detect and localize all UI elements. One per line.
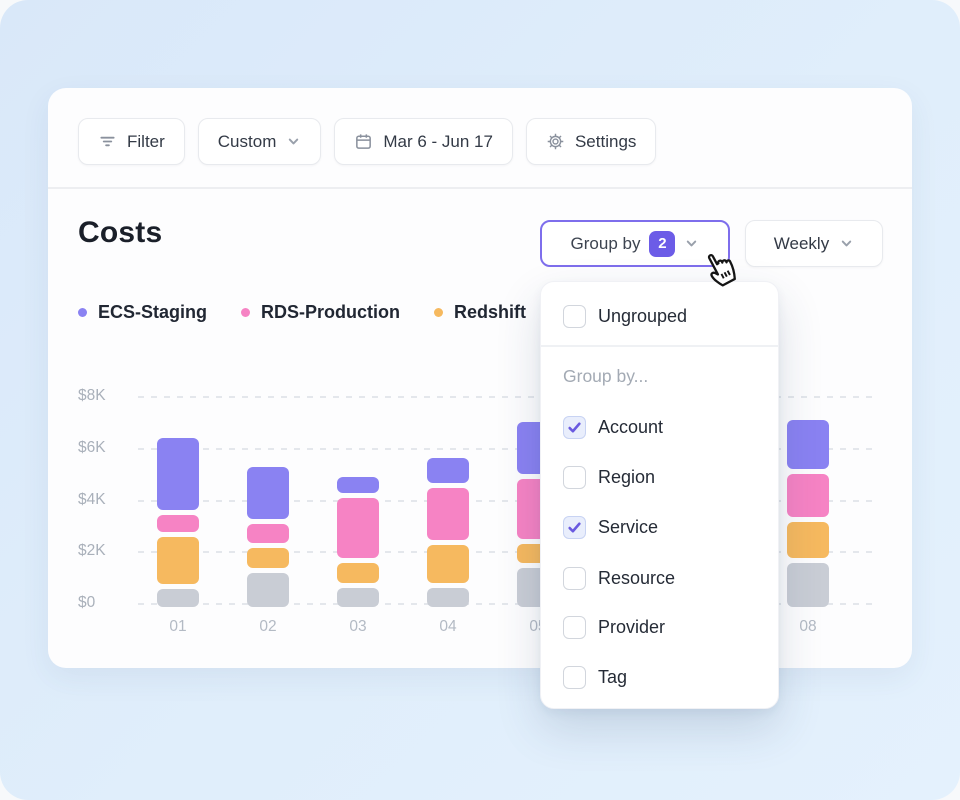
- bar-segment[interactable]: [247, 573, 289, 607]
- bar-segment[interactable]: [337, 477, 379, 493]
- ungrouped-checkbox[interactable]: [563, 305, 586, 328]
- y-axis-tick: $8K: [78, 387, 106, 405]
- dropdown-section-label: Group by...: [563, 366, 648, 387]
- card-divider: [48, 187, 912, 189]
- legend-item-ecs-staging[interactable]: ECS-Staging: [78, 302, 207, 323]
- bar-segment[interactable]: [427, 488, 469, 540]
- menu-item-label: Resource: [598, 568, 675, 589]
- bar-segment[interactable]: [337, 498, 379, 558]
- dropdown-divider: [541, 345, 778, 347]
- bar-segment[interactable]: [337, 588, 379, 607]
- calendar-icon: [354, 132, 373, 151]
- menu-item-account[interactable]: Account: [563, 416, 663, 439]
- y-axis-tick: $2K: [78, 542, 106, 560]
- provider-checkbox[interactable]: [563, 616, 586, 639]
- menu-item-label: Service: [598, 517, 658, 538]
- resource-checkbox[interactable]: [563, 567, 586, 590]
- bar-01[interactable]: [157, 438, 199, 607]
- custom-dropdown-button[interactable]: Custom: [198, 118, 322, 165]
- menu-item-label: Account: [598, 417, 663, 438]
- settings-button-label: Settings: [575, 132, 636, 152]
- y-axis-tick: $4K: [78, 491, 106, 509]
- settings-button[interactable]: Settings: [526, 118, 656, 165]
- bar-segment[interactable]: [337, 563, 379, 583]
- bar-segment[interactable]: [247, 467, 289, 519]
- menu-item-provider[interactable]: Provider: [563, 616, 665, 639]
- menu-item-tag[interactable]: Tag: [563, 666, 627, 689]
- interval-label: Weekly: [774, 234, 829, 254]
- bar-segment[interactable]: [787, 563, 829, 607]
- legend-label: ECS-Staging: [98, 302, 207, 323]
- bar-segment[interactable]: [427, 545, 469, 583]
- group-by-count-badge: 2: [649, 231, 675, 257]
- x-axis-tick: 01: [157, 618, 199, 636]
- x-axis-tick: 04: [427, 618, 469, 636]
- group-by-button[interactable]: Group by 2: [540, 220, 730, 267]
- tag-checkbox[interactable]: [563, 666, 586, 689]
- bar-segment[interactable]: [787, 474, 829, 517]
- bar-segment[interactable]: [427, 588, 469, 607]
- filter-icon: [98, 132, 117, 151]
- menu-item-resource[interactable]: Resource: [563, 567, 675, 590]
- legend-item-redshift[interactable]: Redshift: [434, 302, 526, 323]
- legend-dot-icon: [78, 308, 87, 317]
- bar-segment[interactable]: [787, 420, 829, 469]
- menu-item-ungrouped[interactable]: Ungrouped: [563, 305, 687, 328]
- bar-segment[interactable]: [427, 458, 469, 483]
- bar-segment[interactable]: [157, 438, 199, 510]
- bar-segment[interactable]: [157, 589, 199, 607]
- date-range-button[interactable]: Mar 6 - Jun 17: [334, 118, 513, 165]
- custom-dropdown-label: Custom: [218, 132, 277, 152]
- menu-item-label: Region: [598, 467, 655, 488]
- x-axis-tick: 02: [247, 618, 289, 636]
- menu-item-label: Tag: [598, 667, 627, 688]
- date-range-label: Mar 6 - Jun 17: [383, 132, 493, 152]
- y-axis-tick: $0: [78, 594, 95, 612]
- bar-segment[interactable]: [247, 524, 289, 543]
- y-axis-tick: $6K: [78, 439, 106, 457]
- chevron-down-icon: [684, 236, 699, 251]
- interval-dropdown-button[interactable]: Weekly: [745, 220, 883, 267]
- legend-dot-icon: [241, 308, 250, 317]
- service-checkbox[interactable]: [563, 516, 586, 539]
- x-axis-tick: 08: [787, 618, 829, 636]
- legend-label: Redshift: [454, 302, 526, 323]
- bar-segment[interactable]: [247, 548, 289, 568]
- group-by-dropdown-menu: Ungrouped Group by... Account Region Servi…: [540, 281, 779, 709]
- bar-08[interactable]: [787, 420, 829, 607]
- toolbar: Filter Custom Mar 6 - Jun 17 Settings: [78, 118, 656, 165]
- filter-button[interactable]: Filter: [78, 118, 185, 165]
- legend-dot-icon: [434, 308, 443, 317]
- legend-label: RDS-Production: [261, 302, 400, 323]
- group-by-label: Group by: [571, 234, 641, 254]
- menu-item-label: Provider: [598, 617, 665, 638]
- legend-item-rds-production[interactable]: RDS-Production: [241, 302, 400, 323]
- bar-segment[interactable]: [787, 522, 829, 558]
- region-checkbox[interactable]: [563, 466, 586, 489]
- bar-04[interactable]: [427, 458, 469, 607]
- page-title: Costs: [78, 216, 162, 250]
- ungrouped-label: Ungrouped: [598, 306, 687, 327]
- bar-02[interactable]: [247, 467, 289, 607]
- chart-legend: ECS-Staging RDS-Production Redshift: [78, 302, 526, 323]
- costs-card: Filter Custom Mar 6 - Jun 17 Settings Co…: [48, 88, 912, 668]
- chevron-down-icon: [839, 236, 854, 251]
- gear-icon: [546, 132, 565, 151]
- menu-item-region[interactable]: Region: [563, 466, 655, 489]
- filter-button-label: Filter: [127, 132, 165, 152]
- x-axis-tick: 03: [337, 618, 379, 636]
- bar-segment[interactable]: [157, 515, 199, 532]
- chevron-down-icon: [286, 134, 301, 149]
- account-checkbox[interactable]: [563, 416, 586, 439]
- menu-item-service[interactable]: Service: [563, 516, 658, 539]
- bar-segment[interactable]: [157, 537, 199, 584]
- bar-03[interactable]: [337, 477, 379, 607]
